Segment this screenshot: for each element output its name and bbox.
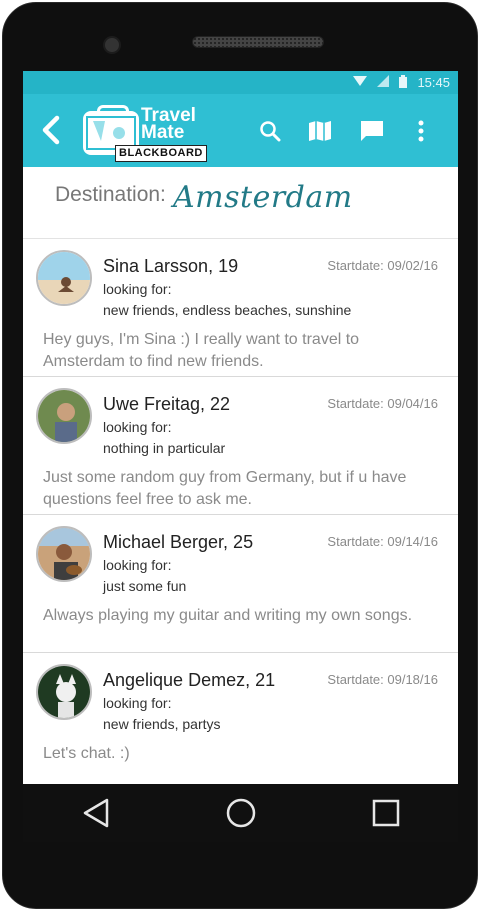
user-name[interactable]: Sina Larsson, 19 [103, 256, 238, 277]
battery-icon [399, 74, 408, 91]
looking-for-value: new friends, endless beaches, sunshine [103, 302, 352, 318]
search-button[interactable] [255, 116, 285, 146]
nav-back-button[interactable] [76, 793, 116, 833]
startdate: Startdate: 09/14/16 [327, 534, 438, 549]
looking-for-label: looking for: [103, 695, 172, 711]
travelmate-logo: Travel Mate BLACKBOARD [81, 103, 207, 162]
nav-home-button[interactable] [221, 793, 261, 833]
wifi-icon [353, 75, 368, 90]
bio-text: Let's chat. :) [43, 745, 130, 762]
clock: 15:45 [417, 75, 450, 90]
logo-title: Travel Mate [141, 105, 196, 143]
chat-button[interactable] [357, 116, 387, 146]
destination-header: Destination: Amsterdam [23, 167, 458, 239]
chat-icon [361, 121, 383, 141]
map-button[interactable] [305, 116, 335, 146]
logo-subtitle: BLACKBOARD [115, 145, 207, 162]
more-button[interactable] [406, 116, 436, 146]
looking-for-value: just some fun [103, 578, 187, 594]
looking-for-label: looking for: [103, 281, 172, 297]
post-card[interactable]: Sina Larsson, 19 Startdate: 09/02/16 loo… [23, 239, 458, 377]
home-circle-icon [226, 798, 255, 828]
destination-value: Amsterdam [173, 180, 353, 215]
more-vertical-icon [418, 120, 424, 142]
looking-for-label: looking for: [103, 557, 172, 573]
status-bar: 15:45 [23, 71, 458, 94]
destination-label: Destination: [55, 183, 166, 206]
avatar[interactable] [36, 250, 92, 306]
map-icon [309, 121, 331, 141]
screen: 15:45 Travel Mate BLACKBOARD Destination… [23, 71, 458, 784]
speaker-grille [192, 36, 324, 48]
looking-for-value: nothing in particular [103, 440, 226, 456]
recents-square-icon [372, 799, 399, 827]
post-card[interactable]: Michael Berger, 25 Startdate: 09/14/16 l… [23, 515, 458, 653]
back-button[interactable] [37, 114, 65, 146]
chevron-left-icon [42, 115, 60, 145]
bio-text: Just some random guy from Germany, but i… [43, 469, 407, 508]
user-name[interactable]: Michael Berger, 25 [103, 532, 253, 553]
app-bar: Travel Mate BLACKBOARD [23, 94, 458, 167]
avatar[interactable] [36, 388, 92, 444]
avatar[interactable] [36, 526, 92, 582]
camera [103, 36, 121, 54]
looking-for-label: looking for: [103, 419, 172, 435]
avatar[interactable] [36, 664, 92, 720]
back-triangle-icon [83, 798, 108, 828]
startdate: Startdate: 09/04/16 [327, 396, 438, 411]
nav-recents-button[interactable] [366, 793, 406, 833]
bio-text: Hey guys, I'm Sina :) I really want to t… [43, 331, 360, 370]
signal-icon [377, 75, 390, 90]
looking-for-value: new friends, partys [103, 716, 221, 732]
search-icon [260, 121, 281, 142]
bio-text: Always playing my guitar and writing my … [43, 607, 413, 624]
post-card[interactable]: Uwe Freitag, 22 Startdate: 09/04/16 look… [23, 377, 458, 515]
startdate: Startdate: 09/18/16 [327, 672, 438, 687]
user-name[interactable]: Angelique Demez, 21 [103, 670, 275, 691]
startdate: Startdate: 09/02/16 [327, 258, 438, 273]
user-name[interactable]: Uwe Freitag, 22 [103, 394, 230, 415]
post-card[interactable]: Angelique Demez, 21 Startdate: 09/18/16 … [23, 653, 458, 784]
navigation-bar [23, 784, 458, 842]
